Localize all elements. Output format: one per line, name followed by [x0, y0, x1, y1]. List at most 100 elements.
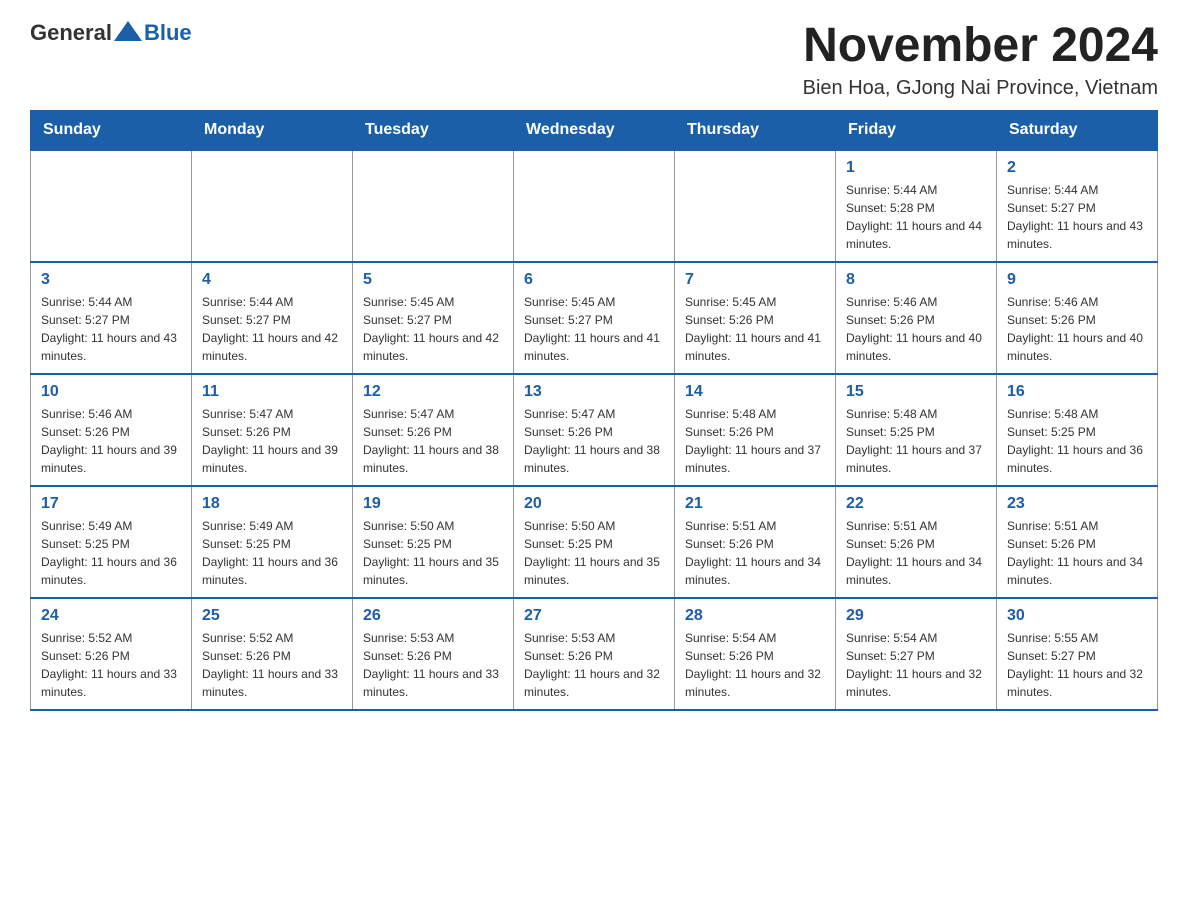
day-number: 3	[41, 271, 181, 289]
week-row-4: 17 Sunrise: 5:49 AMSunset: 5:25 PMDayligh…	[31, 486, 1158, 598]
day-number: 17	[41, 495, 181, 513]
day-info: Sunrise: 5:46 AMSunset: 5:26 PMDaylight:…	[41, 405, 181, 477]
day-number: 13	[524, 383, 664, 401]
day-number: 21	[685, 495, 825, 513]
table-row: 30 Sunrise: 5:55 AMSunset: 5:27 PMDayligh…	[997, 598, 1158, 710]
table-row: 13 Sunrise: 5:47 AMSunset: 5:26 PMDayligh…	[514, 374, 675, 486]
day-info: Sunrise: 5:44 AMSunset: 5:27 PMDaylight:…	[202, 293, 342, 365]
subtitle: Bien Hoa, GJong Nai Province, Vietnam	[803, 77, 1158, 100]
col-wednesday: Wednesday	[514, 110, 675, 150]
col-tuesday: Tuesday	[353, 110, 514, 150]
day-number: 8	[846, 271, 986, 289]
table-row: 5 Sunrise: 5:45 AMSunset: 5:27 PMDaylight…	[353, 262, 514, 374]
day-info: Sunrise: 5:47 AMSunset: 5:26 PMDaylight:…	[524, 405, 664, 477]
day-number: 16	[1007, 383, 1147, 401]
table-row: 20Sunrise: 5:50 AMSunset: 5:25 PMDayligh…	[514, 486, 675, 598]
day-info: Sunrise: 5:44 AMSunset: 5:27 PMDaylight:…	[1007, 181, 1147, 253]
logo-triangle-icon	[114, 21, 142, 41]
day-number: 9	[1007, 271, 1147, 289]
day-info: Sunrise: 5:54 AMSunset: 5:26 PMDaylight:…	[685, 629, 825, 701]
day-number: 12	[363, 383, 503, 401]
table-row: 12Sunrise: 5:47 AMSunset: 5:26 PMDayligh…	[353, 374, 514, 486]
table-row: 17 Sunrise: 5:49 AMSunset: 5:25 PMDayligh…	[31, 486, 192, 598]
table-row: 1 Sunrise: 5:44 AMSunset: 5:28 PMDaylight…	[836, 150, 997, 262]
table-row: 26 Sunrise: 5:53 AMSunset: 5:26 PMDayligh…	[353, 598, 514, 710]
table-row: 2 Sunrise: 5:44 AMSunset: 5:27 PMDaylight…	[997, 150, 1158, 262]
day-info: Sunrise: 5:51 AMSunset: 5:26 PMDaylight:…	[846, 517, 986, 589]
day-info: Sunrise: 5:44 AMSunset: 5:28 PMDaylight:…	[846, 181, 986, 253]
day-number: 28	[685, 607, 825, 625]
day-info: Sunrise: 5:48 AMSunset: 5:26 PMDaylight:…	[685, 405, 825, 477]
table-row: 7 Sunrise: 5:45 AMSunset: 5:26 PMDaylight…	[675, 262, 836, 374]
day-info: Sunrise: 5:55 AMSunset: 5:27 PMDaylight:…	[1007, 629, 1147, 701]
calendar-table: Sunday Monday Tuesday Wednesday Thursday…	[30, 110, 1158, 711]
day-number: 5	[363, 271, 503, 289]
day-number: 6	[524, 271, 664, 289]
table-row: 8 Sunrise: 5:46 AMSunset: 5:26 PMDaylight…	[836, 262, 997, 374]
day-number: 23	[1007, 495, 1147, 513]
table-row: 16 Sunrise: 5:48 AMSunset: 5:25 PMDayligh…	[997, 374, 1158, 486]
day-info: Sunrise: 5:46 AMSunset: 5:26 PMDaylight:…	[846, 293, 986, 365]
day-info: Sunrise: 5:51 AMSunset: 5:26 PMDaylight:…	[685, 517, 825, 589]
week-row-1: 1 Sunrise: 5:44 AMSunset: 5:28 PMDaylight…	[31, 150, 1158, 262]
calendar-header-row: Sunday Monday Tuesday Wednesday Thursday…	[31, 110, 1158, 150]
table-row: 4 Sunrise: 5:44 AMSunset: 5:27 PMDaylight…	[192, 262, 353, 374]
table-row: 19 Sunrise: 5:50 AMSunset: 5:25 PMDayligh…	[353, 486, 514, 598]
table-row: 18Sunrise: 5:49 AMSunset: 5:25 PMDayligh…	[192, 486, 353, 598]
table-row: 24 Sunrise: 5:52 AMSunset: 5:26 PMDayligh…	[31, 598, 192, 710]
day-info: Sunrise: 5:50 AMSunset: 5:25 PMDaylight:…	[363, 517, 503, 589]
table-row: 15Sunrise: 5:48 AMSunset: 5:25 PMDayligh…	[836, 374, 997, 486]
col-saturday: Saturday	[997, 110, 1158, 150]
table-row: 23Sunrise: 5:51 AMSunset: 5:26 PMDayligh…	[997, 486, 1158, 598]
table-row: 9 Sunrise: 5:46 AMSunset: 5:26 PMDaylight…	[997, 262, 1158, 374]
table-row: 25Sunrise: 5:52 AMSunset: 5:26 PMDayligh…	[192, 598, 353, 710]
day-number: 27	[524, 607, 664, 625]
table-row: 11Sunrise: 5:47 AMSunset: 5:26 PMDayligh…	[192, 374, 353, 486]
day-number: 22	[846, 495, 986, 513]
col-friday: Friday	[836, 110, 997, 150]
col-thursday: Thursday	[675, 110, 836, 150]
day-number: 2	[1007, 159, 1147, 177]
logo-text-blue: Blue	[144, 20, 192, 46]
table-row: 27 Sunrise: 5:53 AMSunset: 5:26 PMDayligh…	[514, 598, 675, 710]
table-row: 21 Sunrise: 5:51 AMSunset: 5:26 PMDayligh…	[675, 486, 836, 598]
day-number: 4	[202, 271, 342, 289]
table-row: 3Sunrise: 5:44 AMSunset: 5:27 PMDaylight…	[31, 262, 192, 374]
table-row: 29 Sunrise: 5:54 AMSunset: 5:27 PMDayligh…	[836, 598, 997, 710]
day-info: Sunrise: 5:45 AMSunset: 5:27 PMDaylight:…	[524, 293, 664, 365]
day-number: 20	[524, 495, 664, 513]
day-number: 15	[846, 383, 986, 401]
day-info: Sunrise: 5:47 AMSunset: 5:26 PMDaylight:…	[202, 405, 342, 477]
col-sunday: Sunday	[31, 110, 192, 150]
main-title: November 2024	[803, 20, 1158, 73]
day-number: 30	[1007, 607, 1147, 625]
day-number: 29	[846, 607, 986, 625]
day-number: 1	[846, 159, 986, 177]
col-monday: Monday	[192, 110, 353, 150]
day-info: Sunrise: 5:54 AMSunset: 5:27 PMDaylight:…	[846, 629, 986, 701]
table-row: 10Sunrise: 5:46 AMSunset: 5:26 PMDayligh…	[31, 374, 192, 486]
table-row: 22 Sunrise: 5:51 AMSunset: 5:26 PMDayligh…	[836, 486, 997, 598]
week-row-3: 10Sunrise: 5:46 AMSunset: 5:26 PMDayligh…	[31, 374, 1158, 486]
table-row: 6 Sunrise: 5:45 AMSunset: 5:27 PMDaylight…	[514, 262, 675, 374]
week-row-2: 3 Sunrise: 5:44 AMSunset: 5:27 PMDaylight…	[31, 262, 1158, 374]
day-info: Sunrise: 5:53 AMSunset: 5:26 PMDaylight:…	[363, 629, 503, 701]
day-number: 26	[363, 607, 503, 625]
page-header: General Blue November 2024 Bien Hoa, GJo…	[30, 20, 1158, 100]
day-number: 14	[685, 383, 825, 401]
day-number: 7	[685, 271, 825, 289]
table-row	[353, 150, 514, 262]
day-info: Sunrise: 5:45 AMSunset: 5:27 PMDaylight:…	[363, 293, 503, 365]
day-info: Sunrise: 5:52 AMSunset: 5:26 PMDaylight:…	[41, 629, 181, 701]
day-info: Sunrise: 5:45 AMSunset: 5:26 PMDaylight:…	[685, 293, 825, 365]
day-number: 25	[202, 607, 342, 625]
day-info: Sunrise: 5:53 AMSunset: 5:26 PMDaylight:…	[524, 629, 664, 701]
table-row	[675, 150, 836, 262]
day-info: Sunrise: 5:48 AMSunset: 5:25 PMDaylight:…	[1007, 405, 1147, 477]
day-number: 24	[41, 607, 181, 625]
table-row	[192, 150, 353, 262]
day-number: 19	[363, 495, 503, 513]
logo: General Blue	[30, 20, 192, 46]
day-info: Sunrise: 5:49 AMSunset: 5:25 PMDaylight:…	[41, 517, 181, 589]
day-info: Sunrise: 5:46 AMSunset: 5:26 PMDaylight:…	[1007, 293, 1147, 365]
